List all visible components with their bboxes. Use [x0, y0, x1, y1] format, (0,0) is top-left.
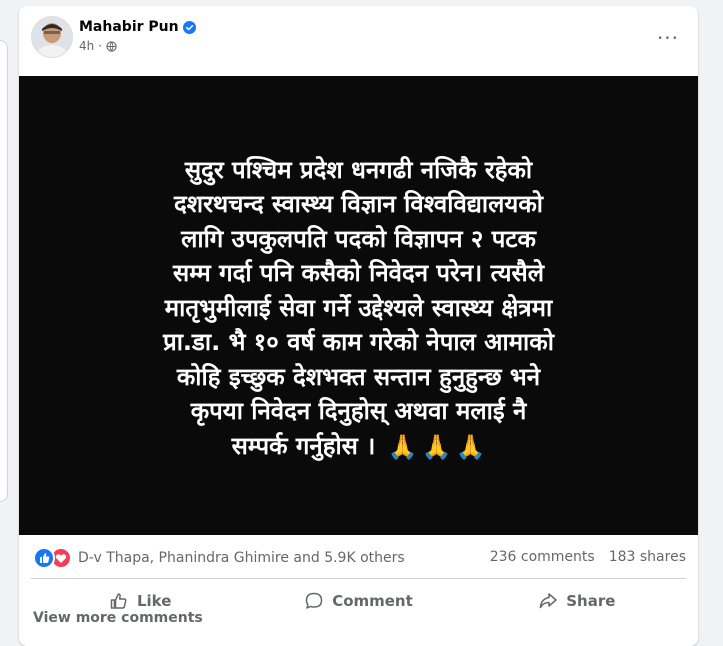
- text-line: सम्पर्क गर्नुहोस ।: [231, 431, 376, 460]
- like-label: Like: [136, 592, 172, 610]
- post-time[interactable]: 4h: [79, 39, 94, 53]
- left-edge-panel: [0, 0, 12, 619]
- text-line: कोहि इच्छुक देशभक्त सन्तान हुनुहुन्छ भने: [176, 362, 541, 391]
- text-line: कृपया निवेदन दिनुहोस् अथवा मलाई नै: [190, 397, 527, 426]
- text-line: लागि उपकुलपति पदको विज्ञापन २ पटक: [181, 224, 536, 253]
- text-line: प्रा.डा. भै १० वर्ष काम गरेको नेपाल आमाक…: [163, 328, 554, 357]
- view-more-comments-link[interactable]: View more comments: [33, 610, 203, 626]
- comment-button[interactable]: Comment: [249, 579, 467, 623]
- avatar-portrait-icon: [32, 17, 72, 57]
- praying-hands-row: 🙏 🙏 🙏: [388, 430, 486, 465]
- post-meta: 4h ·: [79, 39, 117, 53]
- text-line: मातृभुमीलाई सेवा गर्ने उद्देश्यले स्वास्…: [164, 293, 553, 322]
- share-label: Share: [566, 592, 616, 610]
- author-row: Mahabir Pun: [79, 19, 196, 35]
- avatar[interactable]: [31, 16, 73, 58]
- text-line: सम्म गर्दा पनि कसैको निवेदन परेन। त्यसैल…: [172, 259, 544, 288]
- post-card: Mahabir Pun 4h · ··· सुदुर पश्चिम प्रदेश…: [19, 6, 698, 646]
- comments-count[interactable]: 236 comments: [490, 549, 595, 565]
- post-stats: D-v Thapa, Phanindra Ghimire and 5.9K ot…: [19, 535, 698, 579]
- more-options-button[interactable]: ···: [650, 20, 686, 56]
- share-icon: [539, 593, 557, 609]
- like-reaction-icon: [33, 547, 55, 569]
- shares-count[interactable]: 183 shares: [609, 549, 686, 565]
- share-button[interactable]: Share: [468, 579, 686, 623]
- post-image[interactable]: सुदुर पश्चिम प्रदेश धनगढी नजिकै रहेको दश…: [19, 76, 698, 535]
- meta-separator: ·: [98, 39, 103, 53]
- post-header: Mahabir Pun 4h · ···: [19, 6, 698, 74]
- reaction-names[interactable]: D-v Thapa, Phanindra Ghimire and 5.9K ot…: [78, 550, 405, 566]
- more-options-icon: ···: [656, 26, 680, 50]
- post-image-text: सुदुर पश्चिम प्रदेश धनगढी नजिकै रहेको दश…: [79, 153, 639, 464]
- text-line-last: सम्पर्क गर्नुहोस । 🙏 🙏 🙏: [79, 429, 639, 464]
- reactions-summary[interactable]: D-v Thapa, Phanindra Ghimire and 5.9K ot…: [33, 547, 405, 569]
- text-line: सुदुर पश्चिम प्रदेश धनगढी नजिकै रहेको: [184, 155, 533, 184]
- praying-hands-icon: 🙏: [455, 432, 486, 461]
- globe-icon: [106, 40, 117, 52]
- verified-badge-icon: [182, 20, 196, 34]
- thumbs-up-icon: [110, 593, 127, 609]
- comment-icon: [305, 592, 323, 609]
- praying-hands-icon: 🙏: [421, 432, 452, 461]
- engagement-counts: 236 comments 183 shares: [490, 549, 686, 565]
- left-edge-card: [0, 40, 8, 502]
- author-name[interactable]: Mahabir Pun: [79, 19, 179, 35]
- comment-label: Comment: [332, 592, 413, 610]
- praying-hands-icon: 🙏: [387, 432, 418, 461]
- text-line: दशरथचन्द स्वास्थ्य विज्ञान विश्वविद्यालय…: [174, 190, 543, 219]
